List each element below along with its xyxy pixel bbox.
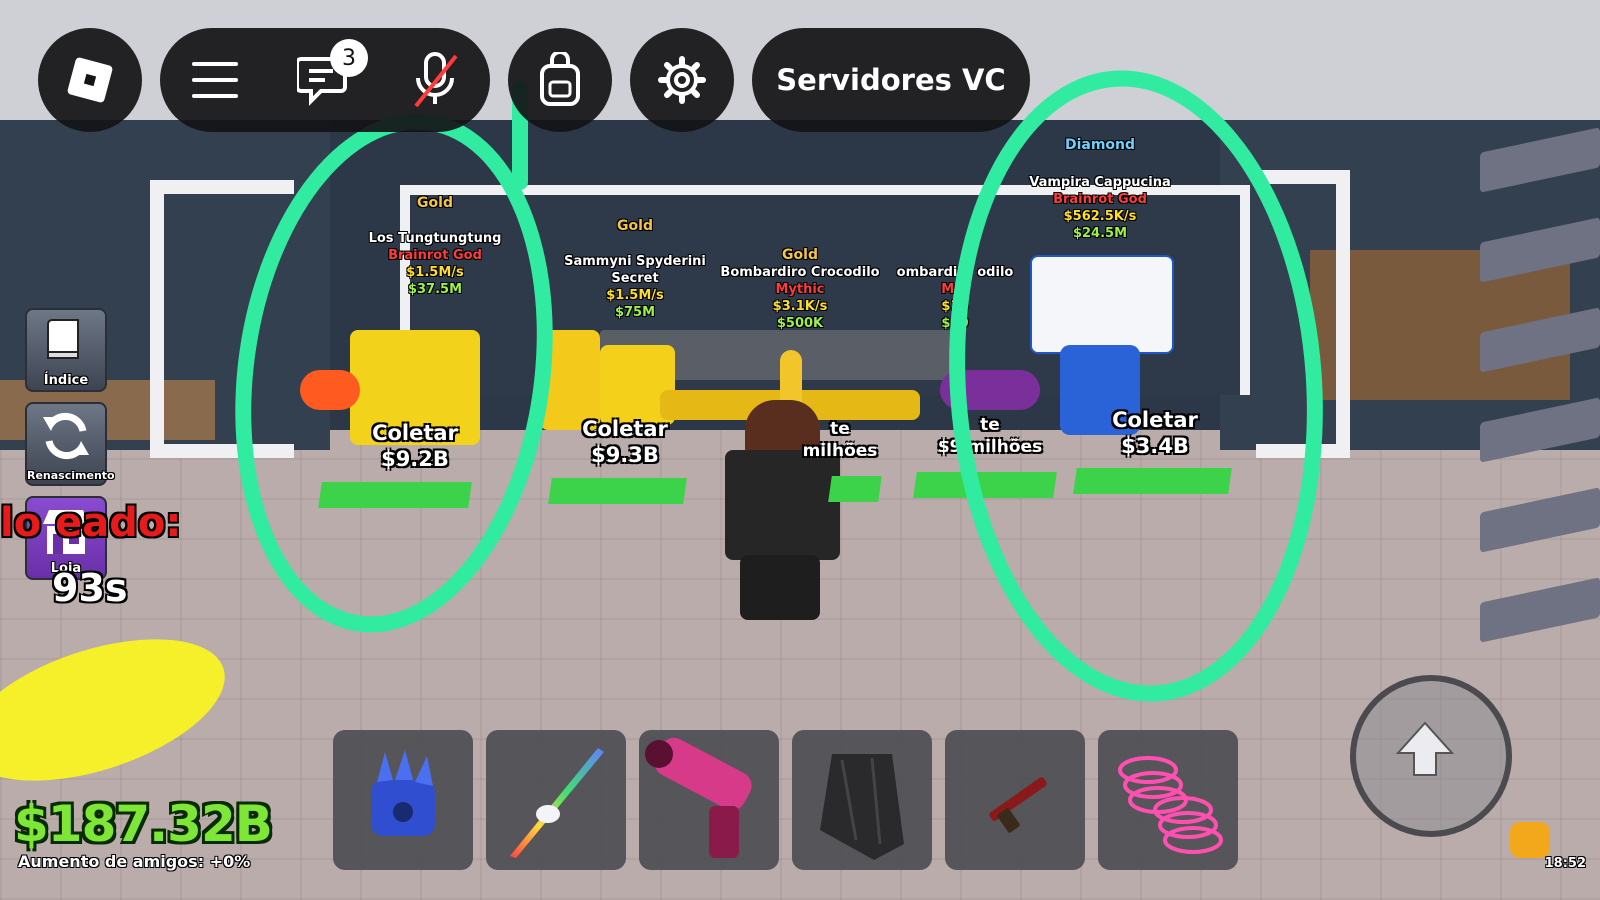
voice-servers-button[interactable]: Servidores VC bbox=[752, 28, 1030, 132]
collect-value: milhões bbox=[802, 441, 878, 461]
voice-chat-button[interactable] bbox=[380, 50, 490, 110]
avatar-legs bbox=[740, 555, 820, 620]
hamburger-menu-button[interactable] bbox=[160, 60, 270, 100]
power-glove-icon bbox=[371, 750, 435, 836]
brainrot-name: Sammyni Spyderini bbox=[564, 254, 706, 269]
muted-mic-icon bbox=[414, 52, 458, 108]
gear-icon bbox=[658, 56, 706, 104]
blaster-cannon-icon bbox=[645, 737, 752, 858]
voice-servers-label: Servidores VC bbox=[776, 63, 1006, 97]
top-toolbar: 3 bbox=[160, 28, 490, 132]
brainrot-worth: $75M bbox=[614, 305, 656, 320]
hamburger-icon bbox=[192, 62, 238, 98]
brainrot-tier: Mythic bbox=[775, 282, 825, 297]
income-rate: $1.5M/s bbox=[606, 288, 664, 303]
hotbar-slot-1[interactable] bbox=[333, 730, 473, 870]
cloak-icon bbox=[820, 754, 904, 860]
collect-prompt[interactable]: Coletar $9.3B bbox=[560, 416, 690, 468]
clock: 18:52 bbox=[1544, 856, 1586, 871]
rebirth-label: Renascimento bbox=[27, 469, 115, 482]
collect-pad[interactable] bbox=[548, 478, 687, 504]
money-display: $187.32B bbox=[14, 795, 273, 853]
brainrot-tier: Secret bbox=[611, 271, 659, 286]
collect-prompt[interactable]: te milhões bbox=[800, 418, 880, 462]
chat-badge: 3 bbox=[330, 39, 368, 77]
rarity-label: Gold bbox=[782, 247, 818, 263]
income-rate: $3.1K/s bbox=[772, 299, 828, 314]
hotbar-slot-2[interactable] bbox=[486, 730, 626, 870]
hotbar-slot-5[interactable] bbox=[945, 730, 1085, 870]
collect-value: $9.3B bbox=[591, 443, 659, 467]
brainrot-label: Gold Sammyni Spyderini Secret $1.5M/s $7… bbox=[560, 218, 710, 321]
collect-label: te bbox=[830, 419, 850, 439]
brainrot-label: Gold Bombardiro Crocodilo Mythic $3.1K/s… bbox=[720, 247, 880, 332]
brainrot-worth: $500K bbox=[776, 316, 824, 331]
notification-icon[interactable] bbox=[1510, 822, 1550, 858]
roblox-logo-icon bbox=[67, 57, 113, 103]
event-timer: 93s bbox=[52, 566, 128, 610]
refresh-icon bbox=[43, 413, 89, 459]
index-button[interactable]: Índice bbox=[25, 308, 107, 392]
backpack-icon bbox=[540, 52, 580, 106]
unicorn-sword-icon bbox=[510, 748, 604, 858]
index-label: Índice bbox=[43, 373, 89, 388]
hotbar-slot-4[interactable] bbox=[792, 730, 932, 870]
avatar-torso bbox=[725, 450, 840, 560]
friends-boost: Aumento de amigos: +0% bbox=[18, 852, 251, 871]
collect-pad[interactable] bbox=[828, 476, 882, 502]
spring-coil-icon bbox=[1118, 756, 1223, 854]
rarity-label: Gold bbox=[617, 218, 653, 234]
collect-label: Coletar bbox=[582, 417, 668, 441]
rifle-icon bbox=[989, 777, 1047, 833]
settings-button[interactable] bbox=[630, 28, 734, 132]
hotbar-slot-3[interactable] bbox=[639, 730, 779, 870]
brainrot-name: Bombardiro Crocodilo bbox=[720, 265, 880, 280]
book-icon bbox=[47, 319, 79, 359]
event-banner: lo eado: bbox=[0, 500, 182, 546]
chat-button[interactable]: 3 bbox=[270, 39, 380, 107]
jump-arrow-icon bbox=[1395, 721, 1455, 776]
backpack-button[interactable] bbox=[508, 28, 612, 132]
rebirth-button[interactable]: Renascimento bbox=[25, 402, 115, 486]
roblox-menu-button[interactable] bbox=[38, 28, 142, 132]
hotbar-slot-6[interactable] bbox=[1098, 730, 1238, 870]
jump-button[interactable] bbox=[1350, 675, 1512, 837]
